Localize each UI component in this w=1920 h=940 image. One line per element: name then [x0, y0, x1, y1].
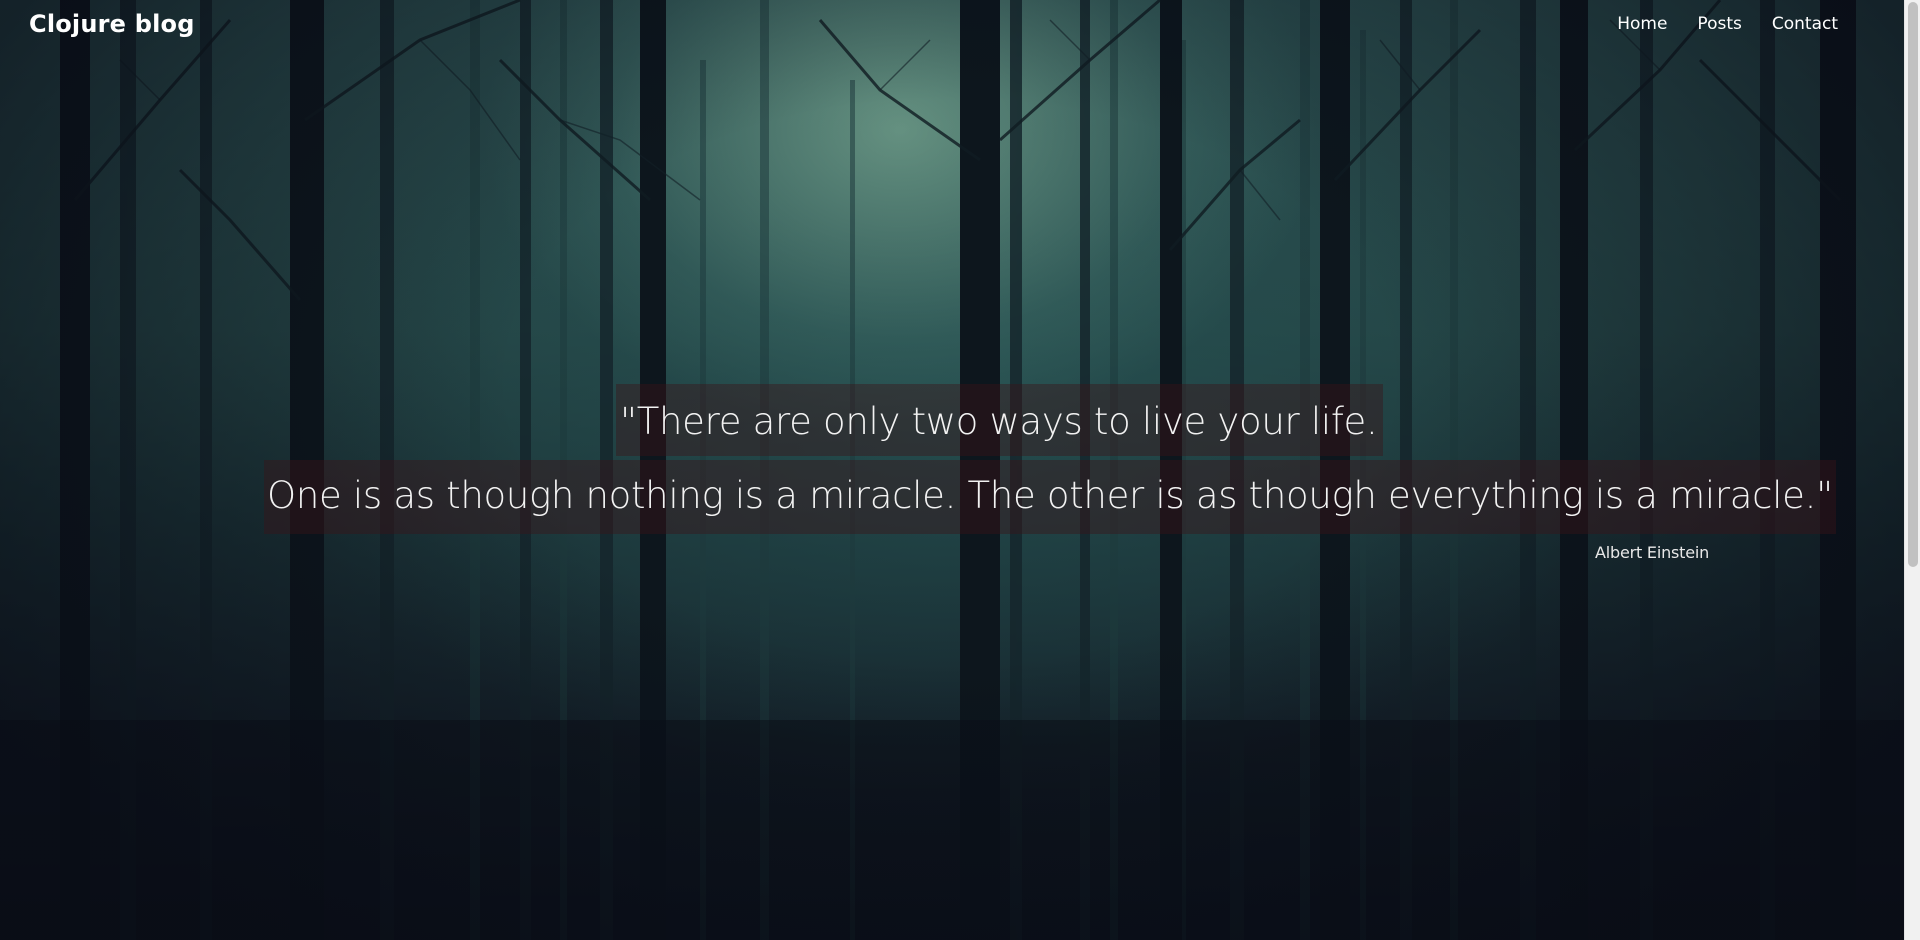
- page: Clojure blog Home Posts Contact "There a…: [0, 0, 1920, 940]
- brand-logo[interactable]: Clojure blog: [29, 10, 195, 38]
- nav-home-link[interactable]: Home: [1617, 14, 1667, 34]
- nav-contact-link[interactable]: Contact: [1772, 14, 1838, 34]
- nav-links: Home Posts Contact: [1587, 14, 1838, 34]
- nav-posts-link[interactable]: Posts: [1697, 14, 1741, 34]
- scrollbar-thumb[interactable]: [1908, 2, 1918, 567]
- quote-author: Albert Einstein: [1595, 543, 1710, 562]
- quote-line-1: "There are only two ways to live your li…: [616, 384, 1384, 456]
- navbar: Clojure blog Home Posts Contact: [0, 0, 1904, 52]
- vertical-scrollbar[interactable]: [1904, 0, 1920, 940]
- quote-line-2: One is as though nothing is a miracle. T…: [264, 460, 1836, 534]
